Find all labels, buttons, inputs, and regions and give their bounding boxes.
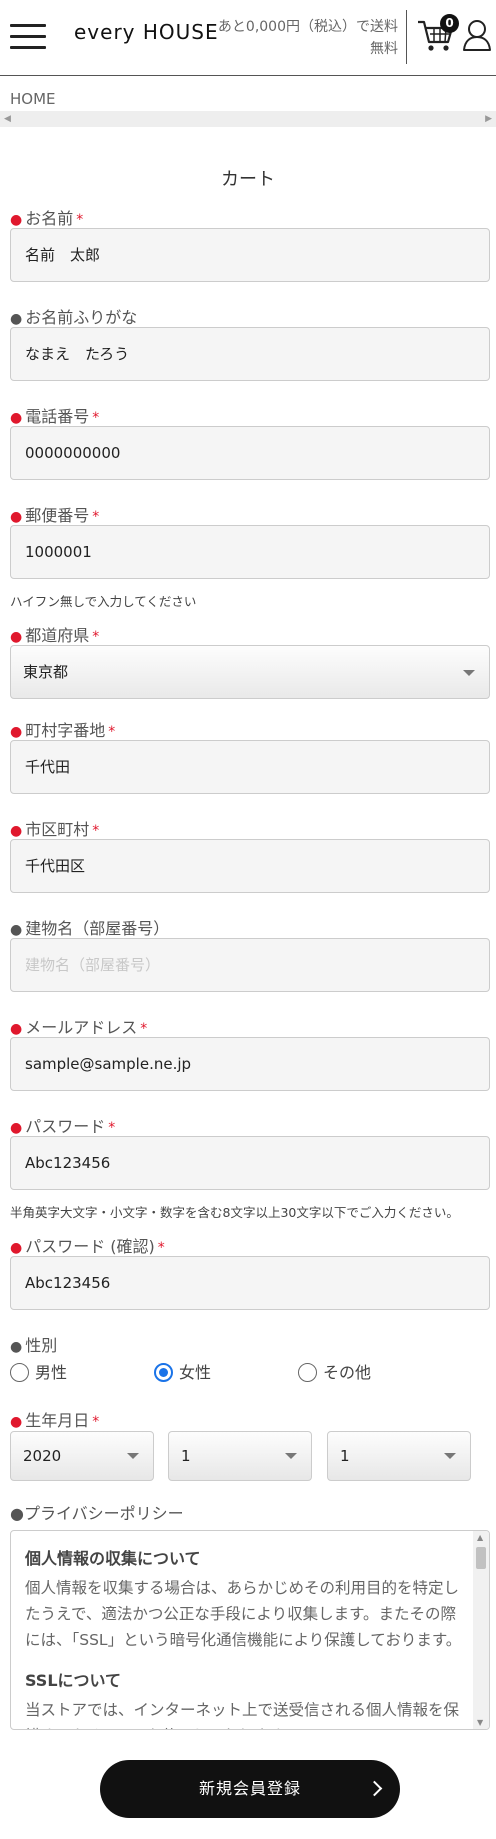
privacy-section-body: 当ストアでは、インターネット上で送受信される個人情報を保護するため、SSLを使用… [25, 1701, 460, 1729]
furigana-input[interactable]: なまえ たろう [10, 327, 490, 381]
phone-input[interactable]: 0000000000 [10, 426, 490, 480]
optional-dot-icon: ● [10, 311, 23, 327]
header-divider [406, 10, 407, 64]
required-dot-icon: ● [10, 410, 23, 426]
scroll-up-icon[interactable]: ▲ [477, 1533, 483, 1542]
privacy-section-title: SSLについて [25, 1671, 122, 1690]
chevron-down-icon [285, 1453, 297, 1459]
gender-radio-female[interactable]: 女性 [154, 1362, 211, 1386]
chevron-down-icon [463, 670, 475, 676]
page-title: カート [221, 169, 275, 190]
password-confirm-label: ● パスワード (確認) * [10, 1237, 165, 1256]
privacy-policy-box[interactable]: 個人情報の収集について 個人情報を収集する場合は、あらかじめその利用目的を特定し… [10, 1530, 490, 1730]
site-header: every HOUSE あと0,000円（税込）で送料 無料 0 [0, 0, 496, 76]
radio-unchecked-icon[interactable] [298, 1363, 317, 1382]
user-account-icon[interactable] [462, 18, 492, 52]
required-dot-icon: ● [10, 509, 23, 525]
cart-count-badge: 0 [440, 14, 459, 33]
name-input[interactable]: 名前 太郎 [10, 228, 490, 282]
city-input[interactable]: 千代田区 [10, 839, 490, 893]
hamburger-menu-icon[interactable] [10, 22, 46, 50]
site-logo[interactable]: every HOUSE [74, 20, 219, 44]
password-hint: 半角英字大文字・小文字・数字を含む8文字以上30文字以下でご入力ください。 [10, 1205, 459, 1220]
birth-month-select[interactable]: 1 [168, 1431, 312, 1481]
gender-radio-group: 男性 女性 その他 [0, 1362, 496, 1386]
breadcrumb-scrollbar[interactable]: ◀ ▶ [0, 111, 496, 127]
scrollbar-thumb[interactable] [476, 1547, 486, 1569]
radio-unchecked-icon[interactable] [10, 1363, 29, 1382]
postal-hint: ハイフン無しで入力してください [10, 594, 197, 609]
gender-label: ● 性別 [10, 1336, 58, 1355]
email-label: ● メールアドレス * [10, 1018, 148, 1037]
scroll-down-icon[interactable]: ▼ [477, 1718, 483, 1727]
chevron-right-icon [366, 1780, 383, 1797]
privacy-policy-content: 個人情報の収集について 個人情報を収集する場合は、あらかじめその利用目的を特定し… [25, 1545, 467, 1729]
postal-label: ● 郵便番号 * [10, 506, 100, 525]
required-dot-icon: ● [10, 1120, 23, 1136]
chevron-down-icon [444, 1453, 456, 1459]
birth-day-select[interactable]: 1 [327, 1431, 471, 1481]
building-input[interactable]: 建物名（部屋番号） [10, 938, 490, 992]
email-input[interactable]: sample@sample.ne.jp [10, 1037, 490, 1091]
free-shipping-notice: あと0,000円（税込）で送料 無料 [217, 19, 398, 57]
password-label: ● パスワード * [10, 1117, 116, 1136]
birth-year-select[interactable]: 2020 [10, 1431, 154, 1481]
building-label: ● 建物名（部屋番号） [10, 919, 170, 938]
street-input[interactable]: 千代田 [10, 740, 490, 794]
phone-label: ● 電話番号 * [10, 407, 100, 426]
password-input[interactable]: Abc123456 [10, 1136, 490, 1190]
privacy-section-title: 個人情報の収集について [25, 1549, 201, 1568]
chevron-down-icon [127, 1453, 139, 1459]
privacy-label: ●プライバシーポリシー [10, 1504, 184, 1523]
street-label: ● 町村字番地 * [10, 721, 116, 740]
required-dot-icon: ● [10, 1021, 23, 1037]
prefecture-select[interactable]: 東京都 [10, 645, 490, 699]
password-confirm-input[interactable]: Abc123456 [10, 1256, 490, 1310]
required-dot-icon: ● [10, 1414, 23, 1430]
optional-dot-icon: ● [10, 922, 23, 938]
furigana-label: ● お名前ふりがな [10, 308, 138, 327]
required-dot-icon: ● [10, 1240, 23, 1256]
breadcrumb: HOME [10, 90, 56, 108]
required-dot-icon: ● [10, 629, 23, 645]
required-dot-icon: ● [10, 823, 23, 839]
radio-checked-icon[interactable] [154, 1363, 173, 1382]
privacy-section-body: 個人情報を収集する場合は、あらかじめその利用目的を特定したうえで、適法かつ公正な… [25, 1579, 462, 1649]
breadcrumb-home-link[interactable]: HOME [10, 90, 56, 108]
gender-radio-male[interactable]: 男性 [10, 1362, 67, 1386]
city-label: ● 市区町村 * [10, 820, 100, 839]
birthday-label: ● 生年月日 * [10, 1411, 100, 1430]
required-dot-icon: ● [10, 212, 23, 228]
scroll-right-icon[interactable]: ▶ [485, 114, 492, 124]
optional-dot-icon: ● [10, 1339, 23, 1355]
privacy-scrollbar[interactable]: ▲ ▼ [473, 1531, 489, 1729]
scroll-left-icon[interactable]: ◀ [4, 114, 11, 124]
name-label: ● お名前 * [10, 209, 84, 228]
postal-input[interactable]: 1000001 [10, 525, 490, 579]
register-button[interactable]: 新規会員登録 [100, 1760, 400, 1818]
gender-radio-other[interactable]: その他 [298, 1362, 371, 1386]
required-dot-icon: ● [10, 724, 23, 740]
prefecture-label: ● 都道府県 * [10, 626, 100, 645]
